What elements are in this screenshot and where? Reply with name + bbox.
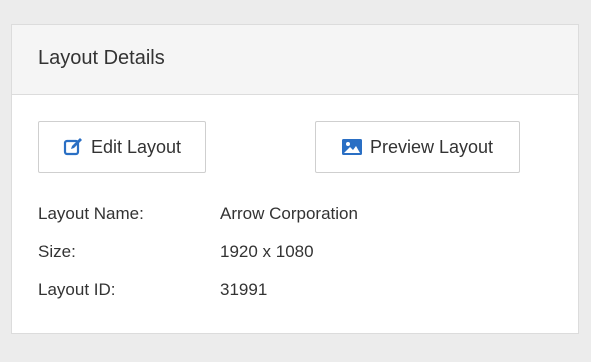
preview-layout-button[interactable]: Preview Layout	[315, 121, 520, 173]
detail-value: Arrow Corporation	[220, 204, 358, 223]
detail-label: Size:	[38, 242, 76, 261]
detail-row-size: Size: 1920 x 1080	[38, 233, 358, 271]
detail-label: Layout ID:	[38, 280, 116, 299]
panel-title: Layout Details	[38, 47, 165, 69]
edit-layout-label: Edit Layout	[90, 136, 182, 157]
layout-details-list: Layout Name: Arrow Corporation Size: 192…	[38, 195, 358, 309]
detail-label: Layout Name:	[38, 204, 144, 223]
preview-layout-label: Preview Layout	[369, 136, 494, 157]
detail-row-layout-name: Layout Name: Arrow Corporation	[38, 195, 358, 233]
layout-details-panel: Layout Details Edit Layout Preview Layou…	[11, 24, 579, 334]
panel-header: Layout Details	[12, 25, 578, 95]
edit-icon	[63, 137, 83, 157]
detail-row-layout-id: Layout ID: 31991	[38, 271, 358, 309]
image-icon	[341, 137, 362, 157]
edit-layout-button[interactable]: Edit Layout	[38, 121, 206, 173]
detail-value: 1920 x 1080	[220, 242, 314, 261]
detail-value: 31991	[220, 280, 268, 299]
